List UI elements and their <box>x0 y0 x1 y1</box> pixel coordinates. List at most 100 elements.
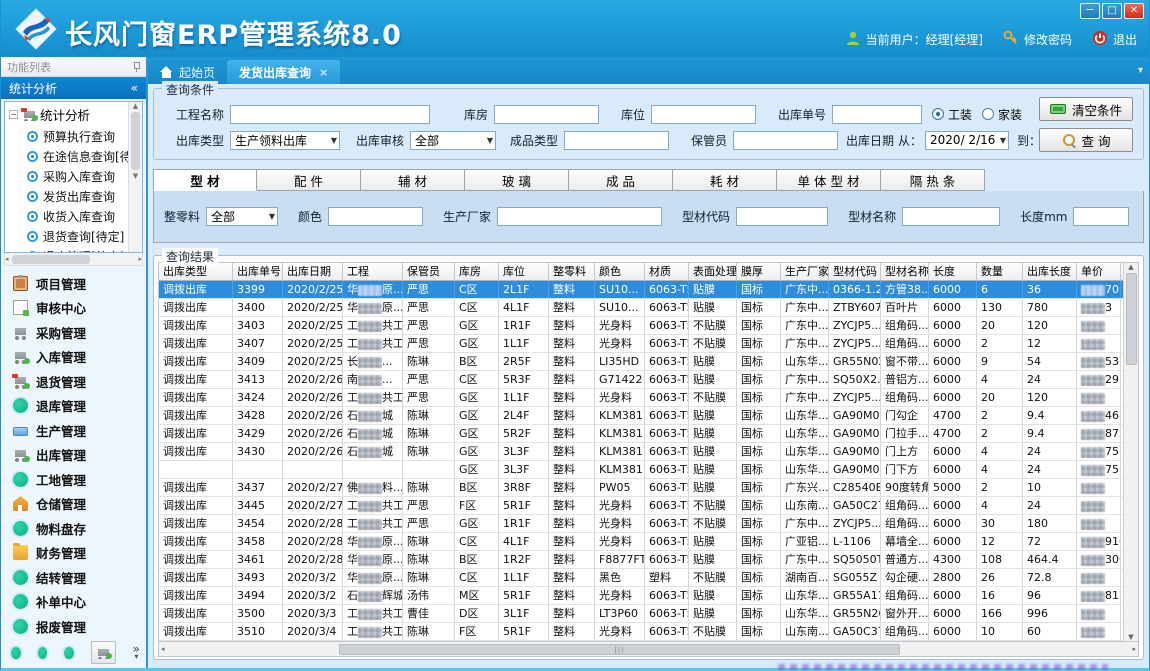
table-row[interactable]: 调拨出库34282020/2/26石城陈琳G区2L4F整料KLM38176063… <box>159 407 1123 425</box>
cart-shortcut-button[interactable] <box>91 641 116 664</box>
column-header[interactable]: 表面处理 <box>689 263 737 280</box>
close-button[interactable]: ✕ <box>1124 3 1144 19</box>
sidebar-item-仓储管理[interactable]: 仓储管理 <box>13 494 146 513</box>
product-type-input[interactable] <box>564 131 669 150</box>
tab-list-dropdown-icon[interactable]: ▾ <box>1138 65 1143 76</box>
section-header[interactable]: 统计分析 « <box>1 77 146 99</box>
sidebar-item-退货管理[interactable]: 退货管理 <box>13 372 146 391</box>
table-row[interactable]: 调拨出库34002020/2/25华原...严思C区4L1F整料SU10...6… <box>159 299 1123 317</box>
maximize-button[interactable]: □ <box>1102 3 1122 19</box>
material-tab-8[interactable]: 隔 热 条 <box>881 169 985 191</box>
tree-horizontal-scrollbar[interactable]: ◂▸ <box>4 253 143 266</box>
table-horizontal-scrollbar[interactable]: ◂|||▸ <box>158 642 1139 657</box>
tree-item[interactable]: 退库管理[待定] <box>5 246 142 253</box>
material-tab-1[interactable]: 型 材 <box>153 169 257 191</box>
column-header[interactable]: 出库日期 <box>283 263 343 280</box>
search-button[interactable]: 查 询 <box>1039 128 1133 152</box>
tree-vertical-scrollbar[interactable]: ▲▼ <box>128 102 142 252</box>
status-dot-icon[interactable] <box>64 647 74 659</box>
location-input[interactable] <box>651 105 756 124</box>
column-header[interactable]: 材质 <box>645 263 689 280</box>
pin-icon[interactable] <box>132 61 140 72</box>
table-row[interactable]: 调拨出库35002020/3/3工共工程曹佳D区3L1F整料LT3P606063… <box>159 605 1123 623</box>
minimize-button[interactable]: ─ <box>1080 3 1100 19</box>
column-header[interactable]: 整零料 <box>549 263 595 280</box>
column-header[interactable]: 型材名称 <box>881 263 929 280</box>
sidebar-item-财务管理[interactable]: 财务管理 <box>13 543 146 562</box>
tab-shipping-outbound-query[interactable]: 发货出库查询 × <box>227 60 340 84</box>
table-row[interactable]: 调拨出库34612020/2/28华原...陈琳B区1R2F整料F8877FT6… <box>159 551 1123 569</box>
sidebar-item-生产管理[interactable]: 生产管理 <box>13 421 146 440</box>
sidebar-item-采购管理[interactable]: 采购管理 <box>13 323 146 342</box>
sidebar-item-工地管理[interactable]: 工地管理 <box>13 470 146 489</box>
out-audit-select[interactable]: 全部▼ <box>410 131 496 150</box>
sidebar-item-审核中心[interactable]: 审核中心 <box>13 298 146 317</box>
tree-item[interactable]: 在途信息查询[待 <box>5 146 142 166</box>
material-tab-4[interactable]: 玻 璃 <box>465 169 569 191</box>
sidebar-item-报废管理[interactable]: 报废管理 <box>13 617 146 636</box>
table-row[interactable]: 调拨出库34242020/2/26工共工程严思G区1L1F整料光身料6063-T… <box>159 389 1123 407</box>
column-header[interactable]: 数量 <box>977 263 1023 280</box>
project-name-input[interactable] <box>230 105 430 124</box>
column-header[interactable]: 长度 <box>929 263 977 280</box>
sidebar-item-补单中心[interactable]: 补单中心 <box>13 592 146 611</box>
tree-item[interactable]: 预算执行查询 <box>5 126 142 146</box>
table-row[interactable]: G区3L3F整料KLM38176063-T5贴膜国标山东华...GA90M09.… <box>159 461 1123 479</box>
sidebar-item-入库管理[interactable]: 入库管理 <box>13 347 146 366</box>
tree-expander-icon[interactable]: − <box>9 110 18 119</box>
column-header[interactable]: 出库类型 <box>159 263 233 280</box>
color-input[interactable] <box>328 207 423 226</box>
status-dot-icon[interactable] <box>38 647 48 659</box>
sidebar-item-退库管理[interactable]: 退库管理 <box>13 396 146 415</box>
sidebar-item-出库管理[interactable]: 出库管理 <box>13 445 146 464</box>
collapse-icon[interactable]: « <box>131 81 138 95</box>
table-vertical-scrollbar[interactable]: ▲▼ <box>1123 263 1138 641</box>
table-row[interactable]: 调拨出库34092020/2/25长...陈琳B区2R5F整料LI35HD606… <box>159 353 1123 371</box>
more-buttons-chevron[interactable]: »▾ <box>133 646 140 660</box>
tab-close-icon[interactable]: × <box>319 66 328 79</box>
column-header[interactable]: 保管员 <box>403 263 455 280</box>
table-row[interactable]: 调拨出库34072020/2/25工共工程严思G区1L1F整料光身料6063-T… <box>159 335 1123 353</box>
date-from-select[interactable]: 2020/ 2/16▼ <box>925 131 1009 150</box>
tree-item[interactable]: 退货查询[待定] <box>5 226 142 246</box>
table-row[interactable]: 调拨出库34932020/3/2华原...陈琳C区1L1F整料黑色塑料不贴膜国标… <box>159 569 1123 587</box>
factory-input[interactable] <box>497 207 662 226</box>
table-row[interactable]: 调拨出库34292020/2/26石城陈琳G区5R2F整料KLM38176063… <box>159 425 1123 443</box>
material-tab-7[interactable]: 单 体 型 材 <box>777 169 881 191</box>
material-tab-2[interactable]: 配 件 <box>257 169 361 191</box>
table-row[interactable]: 调拨出库34372020/2/27佛料...陈琳B区3R8F整料PW056063… <box>159 479 1123 497</box>
keeper-input[interactable] <box>733 131 838 150</box>
table-row[interactable]: 调拨出库33992020/2/25华原...严思C区2L1F整料SU10...6… <box>159 281 1123 299</box>
sidebar-item-项目管理[interactable]: 项目管理 <box>13 274 146 293</box>
column-header[interactable]: 型材代码 <box>829 263 881 280</box>
logout-button[interactable]: 退出 <box>1092 30 1137 49</box>
column-header[interactable]: 颜色 <box>595 263 645 280</box>
table-row[interactable]: 调拨出库35102020/3/4工共工程陈琳F区5R1F整料光身料6063-T5… <box>159 623 1123 641</box>
tree-root[interactable]: − 统计分析 <box>5 102 142 126</box>
sidebar-item-结转管理[interactable]: 结转管理 <box>13 568 146 587</box>
profile-name-input[interactable] <box>902 207 1000 226</box>
whole-part-select[interactable]: 全部▼ <box>206 207 278 226</box>
table-row[interactable]: 调拨出库34132020/2/26南...严思C区5R3F整料G71422606… <box>159 371 1123 389</box>
table-row[interactable]: 调拨出库34302020/2/26石城陈琳G区3L3F整料KLM38176063… <box>159 443 1123 461</box>
column-header[interactable]: 膜厚 <box>737 263 781 280</box>
tree-item[interactable]: 收货入库查询 <box>5 206 142 226</box>
table-row[interactable]: 调拨出库34942020/3/2石辉城汤伟M区5R1F整料光身料6063-T5贴… <box>159 587 1123 605</box>
column-header[interactable]: 库位 <box>499 263 549 280</box>
column-header[interactable]: 出库单号 <box>233 263 283 280</box>
table-row[interactable]: 调拨出库34452020/2/27工共工程严思F区5R1F整料光身料6063-T… <box>159 497 1123 515</box>
column-header[interactable]: 单价 <box>1077 263 1121 280</box>
column-header[interactable]: 出库长度 <box>1023 263 1077 280</box>
radio-jiazhuang[interactable]: 家装 <box>982 106 1022 123</box>
material-tab-6[interactable]: 耗 材 <box>673 169 777 191</box>
table-row[interactable]: 调拨出库34582020/2/28华原...陈琳C区4L1F整料光身料6063-… <box>159 533 1123 551</box>
sidebar-item-物料盘存[interactable]: 物料盘存 <box>13 519 146 538</box>
material-tab-5[interactable]: 成 品 <box>569 169 673 191</box>
table-row[interactable]: 调拨出库34032020/2/25工共工程严思G区1R1F整料光身料6063-T… <box>159 317 1123 335</box>
table-row[interactable]: 调拨出库34542020/2/28工共工程严思G区1R1F整料光身料6063-T… <box>159 515 1123 533</box>
change-password-button[interactable]: 修改密码 <box>1003 30 1072 49</box>
tree-item[interactable]: 采购入库查询 <box>5 166 142 186</box>
column-header[interactable]: 库房 <box>455 263 499 280</box>
column-header[interactable]: 工程 <box>343 263 403 280</box>
order-no-input[interactable] <box>832 105 922 124</box>
